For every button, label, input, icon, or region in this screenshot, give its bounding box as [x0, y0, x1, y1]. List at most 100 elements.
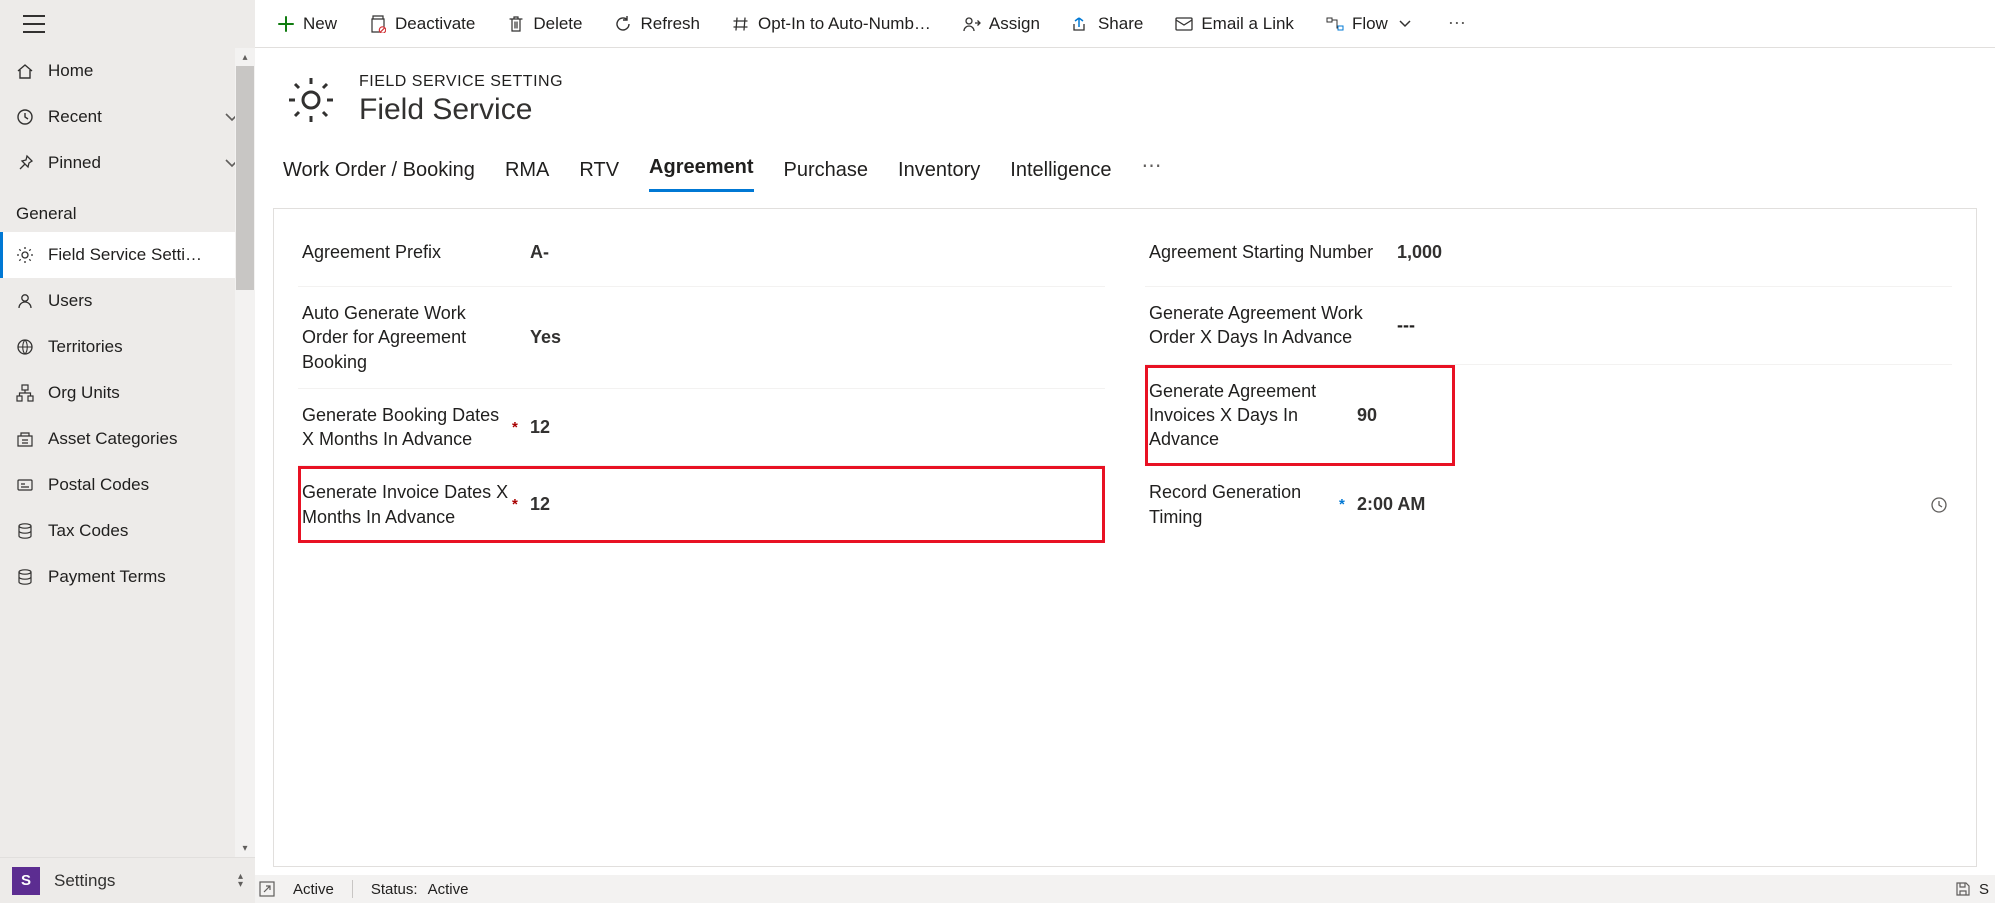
refresh-icon: [614, 15, 632, 33]
nav-home[interactable]: Home: [0, 48, 255, 94]
tab-inventory[interactable]: Inventory: [898, 159, 980, 192]
chevron-down-icon: [1396, 15, 1414, 33]
cmd-new[interactable]: New: [263, 0, 351, 47]
nav-home-label: Home: [48, 61, 93, 81]
sidebar: ▴ ▾ Home Recent: [0, 48, 255, 903]
nav-territories[interactable]: Territories: [0, 324, 255, 370]
save-icon[interactable]: [1955, 881, 1971, 897]
required-marker: *: [512, 419, 526, 436]
field-label: Agreement Prefix: [302, 240, 512, 264]
area-label: Settings: [54, 871, 115, 891]
cmd-email-link[interactable]: Email a Link: [1161, 0, 1308, 47]
sidebar-scroll-down[interactable]: ▾: [235, 839, 255, 857]
gear-icon: [283, 72, 339, 128]
nav-orgunits-label: Org Units: [48, 383, 120, 403]
clock-icon[interactable]: [1922, 496, 1948, 514]
sidebar-scrollbar[interactable]: [236, 66, 254, 290]
nav-fss-label: Field Service Setti…: [48, 245, 202, 265]
field-value: 12: [526, 494, 1101, 515]
nav-recent-label: Recent: [48, 107, 102, 127]
chevron-updown-icon: ▴▾: [238, 873, 243, 889]
mail-icon: [1175, 15, 1193, 33]
nav-postal-label: Postal Codes: [48, 475, 149, 495]
tab-rtv[interactable]: RTV: [579, 159, 619, 192]
nav-users-label: Users: [48, 291, 92, 311]
form-tabs: Work Order / Booking RMA RTV Agreement P…: [255, 140, 1995, 192]
hash-icon: [732, 15, 750, 33]
nav-tax-label: Tax Codes: [48, 521, 128, 541]
cmd-refresh-label: Refresh: [640, 14, 700, 34]
deactivate-icon: [369, 15, 387, 33]
tab-purchase[interactable]: Purchase: [784, 159, 869, 192]
nav-users[interactable]: Users: [0, 278, 255, 324]
form-status-bar: Active Status: Active S: [255, 875, 1995, 903]
tab-rma[interactable]: RMA: [505, 159, 549, 192]
expand-icon[interactable]: [259, 881, 275, 897]
hamburger-icon: [23, 15, 45, 33]
tab-overflow[interactable]: ⋯: [1141, 153, 1161, 192]
field-generate-booking-dates[interactable]: Generate Booking Dates X Months In Advan…: [298, 389, 1105, 467]
area-switcher[interactable]: S Settings ▴▾: [0, 857, 255, 903]
postal-icon: [16, 476, 34, 494]
cmd-flow-label: Flow: [1352, 14, 1388, 34]
field-label: Record Generation Timing: [1149, 480, 1339, 529]
save-hint: S: [1979, 881, 1989, 898]
status-label: Status:: [371, 881, 418, 898]
cmd-deactivate[interactable]: Deactivate: [355, 0, 489, 47]
field-generate-agreement-work-order-days[interactable]: Generate Agreement Work Order X Days In …: [1145, 287, 1952, 365]
field-value: Yes: [526, 327, 1101, 348]
nav-postal-codes[interactable]: Postal Codes: [0, 462, 255, 508]
cmd-optin-label: Opt-In to Auto-Numb…: [758, 14, 931, 34]
share-icon: [1072, 15, 1090, 33]
clock-icon: [16, 108, 34, 126]
nav-field-service-settings[interactable]: Field Service Setti…: [0, 232, 255, 278]
nav-tax-codes[interactable]: Tax Codes: [0, 508, 255, 554]
field-label: Generate Invoice Dates X Months In Advan…: [302, 480, 512, 529]
sidebar-section-header: General: [0, 186, 255, 232]
record-title: Field Service: [359, 93, 563, 127]
state-value: Active: [293, 881, 334, 898]
asset-icon: [16, 430, 34, 448]
field-auto-generate-work-order[interactable]: Auto Generate Work Order for Agreement B…: [298, 287, 1105, 389]
cmd-overflow[interactable]: ⋯: [1432, 13, 1482, 34]
field-value: 12: [526, 417, 1101, 438]
cmd-delete-label: Delete: [533, 14, 582, 34]
person-icon: [16, 292, 34, 310]
form-body: Agreement Prefix A- Auto Generate Work O…: [273, 208, 1977, 867]
cmd-deactivate-label: Deactivate: [395, 14, 475, 34]
nav-recent[interactable]: Recent: [0, 94, 255, 140]
sidebar-scroll-up[interactable]: ▴: [235, 48, 255, 66]
recommended-marker: *: [1339, 496, 1353, 513]
field-agreement-starting-number[interactable]: Agreement Starting Number 1,000: [1145, 219, 1952, 287]
stack-icon: [16, 568, 34, 586]
field-agreement-prefix[interactable]: Agreement Prefix A-: [298, 219, 1105, 287]
field-value: 2:00 AM: [1353, 494, 1922, 515]
nav-hamburger[interactable]: [14, 4, 54, 44]
assign-icon: [963, 15, 981, 33]
cmd-delete[interactable]: Delete: [493, 0, 596, 47]
nav-payterms-label: Payment Terms: [48, 567, 166, 587]
tab-agreement[interactable]: Agreement: [649, 156, 753, 192]
tab-intelligence[interactable]: Intelligence: [1010, 159, 1111, 192]
cmd-flow[interactable]: Flow: [1312, 0, 1428, 47]
field-generate-invoice-dates[interactable]: Generate Invoice Dates X Months In Advan…: [298, 466, 1105, 543]
nav-org-units[interactable]: Org Units: [0, 370, 255, 416]
cmd-refresh[interactable]: Refresh: [600, 0, 714, 47]
cmd-email-label: Email a Link: [1201, 14, 1294, 34]
nav-pinned[interactable]: Pinned: [0, 140, 255, 186]
required-marker: *: [512, 496, 526, 513]
nav-payment-terms[interactable]: Payment Terms: [0, 554, 255, 600]
tab-work-order-booking[interactable]: Work Order / Booking: [283, 159, 475, 192]
cmd-opt-in-auto-number[interactable]: Opt-In to Auto-Numb…: [718, 0, 945, 47]
home-icon: [16, 62, 34, 80]
cmd-assign[interactable]: Assign: [949, 0, 1054, 47]
nav-asset-categories[interactable]: Asset Categories: [0, 416, 255, 462]
org-icon: [16, 384, 34, 402]
nav-pinned-label: Pinned: [48, 153, 101, 173]
pin-icon: [16, 154, 34, 172]
field-generate-agreement-invoices-days[interactable]: Generate Agreement Invoices X Days In Ad…: [1145, 365, 1455, 467]
cmd-assign-label: Assign: [989, 14, 1040, 34]
field-record-generation-timing[interactable]: Record Generation Timing * 2:00 AM: [1145, 466, 1952, 543]
flow-icon: [1326, 15, 1344, 33]
cmd-share[interactable]: Share: [1058, 0, 1157, 47]
